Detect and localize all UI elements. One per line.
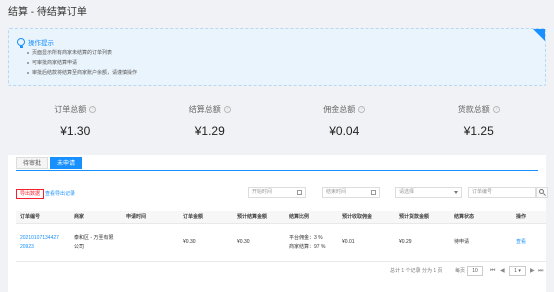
end-date-input[interactable]: 结束时间 [322, 187, 380, 198]
operation-hint-panel: 操作提示 页面显示所有商家未结算的订单列表 可审批商家结算申请 审批后结款将结算… [8, 28, 546, 86]
stat-order-total: 订单总额? ¥1.30 [8, 96, 143, 154]
hint-item: 审批后结款将结算至商家账户余额，请谨慎操作 [27, 68, 137, 78]
col-merchant: 商家 [74, 214, 85, 220]
hint-item: 可审批商家结算申请 [27, 58, 137, 68]
tab-not-applied[interactable]: 未申请 [50, 157, 83, 169]
order-no-input[interactable]: 订单编号 [468, 187, 536, 198]
search-button[interactable] [536, 187, 548, 198]
help-icon[interactable]: ? [223, 106, 231, 113]
status-select[interactable]: 请选择 [395, 187, 462, 198]
prev-page-icon[interactable]: ◀ [500, 266, 505, 276]
calendar-icon [371, 190, 376, 195]
help-icon[interactable]: ? [89, 106, 97, 113]
calendar-icon [297, 190, 302, 195]
first-page-icon[interactable]: ⏮ [490, 266, 495, 276]
export-records-link[interactable]: 查看导出记录 [45, 189, 75, 199]
ratio-merchant: 商家结算：97 % [289, 244, 326, 250]
help-icon[interactable]: ? [492, 106, 500, 113]
col-goods-amount: 预计货款金额 [399, 214, 430, 220]
chevron-down-icon [454, 191, 458, 194]
stat-commission-total: 佣金总额? ¥0.04 [277, 96, 412, 154]
settle-amount: ¥0.30 [237, 239, 250, 245]
commission: ¥0.01 [342, 239, 355, 245]
col-apply-time: 申请时间 [126, 214, 147, 220]
tab-bar: 待审批 未申请 [16, 157, 84, 169]
summary-stats: 订单总额? ¥1.30 结算总额? ¥1.29 佣金总额? ¥0.04 货款总额… [8, 96, 546, 154]
col-order-amount: 订单金额 [183, 214, 204, 220]
col-status: 结算状态 [454, 214, 475, 220]
export-button[interactable]: 导出数据 [16, 189, 45, 199]
page-select[interactable]: 1 ▾ [509, 266, 526, 276]
table-header: 订单编号 商家 申请时间 订单金额 预计结算金额 结算比例 预计收取佣金 预计货… [16, 211, 546, 224]
next-page-icon[interactable]: ▶ [530, 266, 535, 276]
merchant-name-cont: 公司 [74, 244, 85, 250]
per-page-input[interactable]: 10 [467, 266, 483, 276]
goods-amount: ¥0.29 [399, 239, 412, 245]
order-no-link-cont[interactable]: 20923 [20, 244, 34, 251]
pagination-summary: 总计 1 个记录 分为 1 页 [390, 268, 443, 274]
ratio-platform: 平台佣金：3 % [289, 235, 323, 241]
tab-underline [16, 170, 538, 171]
col-commission: 预计收取佣金 [342, 214, 373, 220]
collapse-corner-icon[interactable] [533, 29, 545, 41]
col-order-no: 订单编号 [20, 214, 41, 220]
table-row: 2021010713442​7 20923 泰和区 - 万圣有限 公司 ¥0.3… [16, 224, 546, 262]
start-date-input[interactable]: 开始时间 [248, 187, 306, 198]
merchant-name: 泰和区 - 万圣有限 [74, 235, 114, 241]
order-amount: ¥0.30 [183, 239, 196, 245]
last-page-icon[interactable]: ⏭ [538, 266, 543, 276]
help-icon[interactable]: ? [358, 106, 366, 113]
lightbulb-icon [17, 38, 25, 48]
col-ratio: 结算比例 [289, 214, 310, 220]
page-title: 结算 - 待结算订单 [8, 7, 87, 18]
order-no-link[interactable]: 2021010713442​7 [20, 235, 59, 242]
per-page-label: 每页 [455, 268, 466, 274]
view-link[interactable]: 查看 [516, 239, 526, 246]
stat-goods-total: 货款总额? ¥1.25 [412, 96, 547, 154]
col-action: 操作 [516, 214, 527, 220]
status-text: 待申请 [454, 239, 470, 245]
hint-item: 页面显示所有商家未结算的订单列表 [27, 48, 137, 58]
order-panel: 待审批 未申请 导出数据 查看导出记录 开始时间 结束时间 请选择 订单编号 订… [8, 155, 548, 292]
hint-title: 操作提示 [17, 37, 54, 48]
hint-list: 页面显示所有商家未结算的订单列表 可审批商家结算申请 审批后结款将结算至商家账户… [27, 48, 137, 78]
tab-pending-approval[interactable]: 待审批 [16, 157, 49, 169]
stat-settle-total: 结算总额? ¥1.29 [143, 96, 278, 154]
col-settle-amount: 预计结算金额 [237, 214, 268, 220]
